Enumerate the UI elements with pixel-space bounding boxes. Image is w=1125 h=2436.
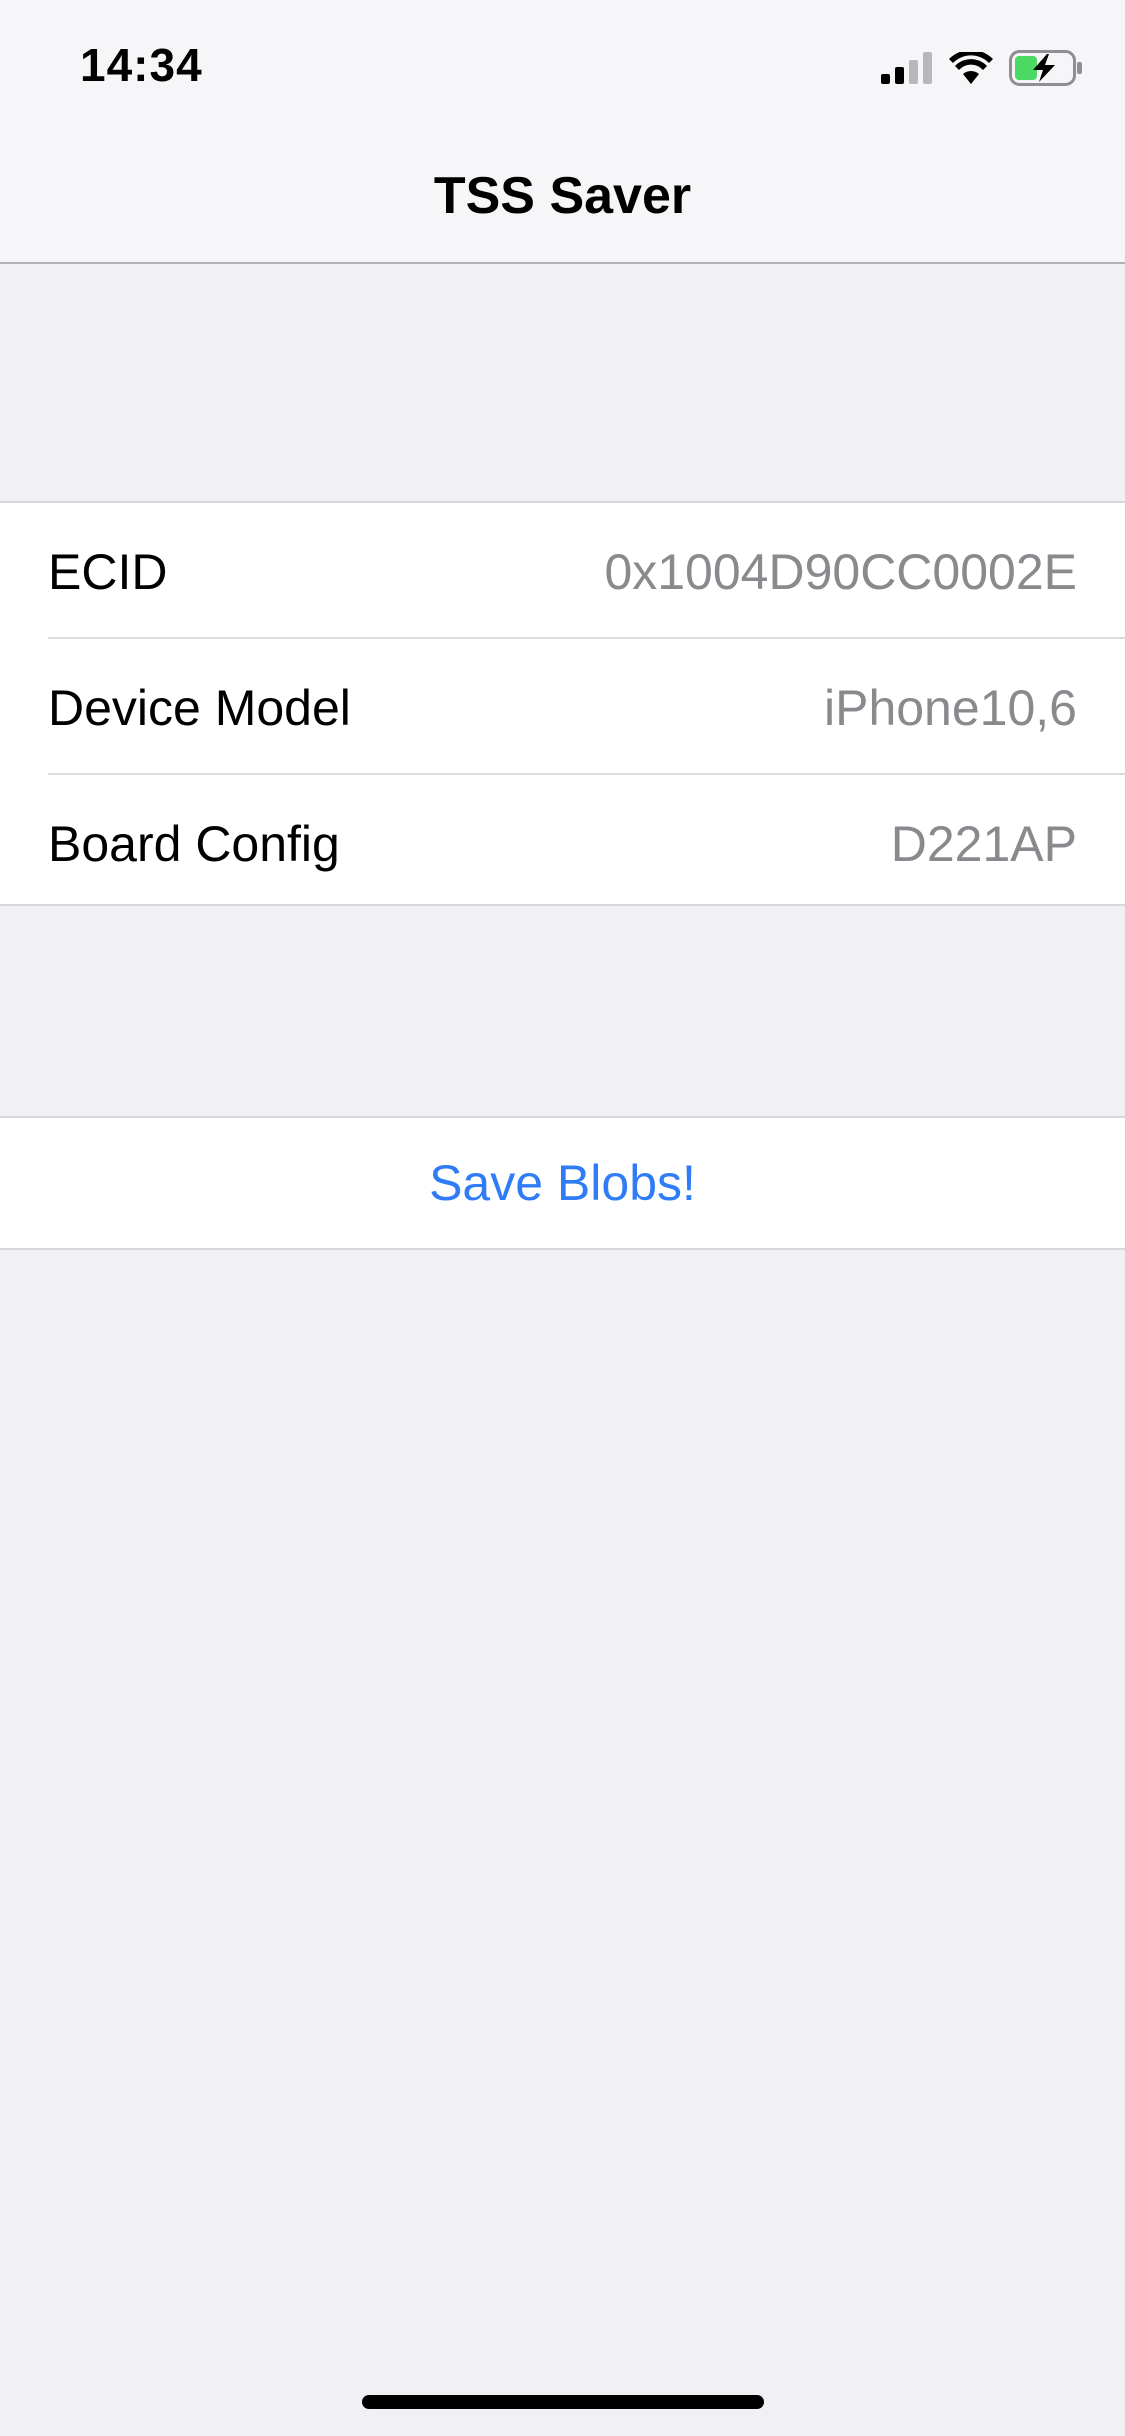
home-indicator[interactable]: [362, 2395, 764, 2409]
wifi-icon: [949, 52, 993, 84]
device-model-label: Device Model: [48, 680, 351, 736]
status-icons: [881, 48, 1083, 88]
device-model-value: iPhone10,6: [823, 680, 1077, 736]
status-bar: 14:34: [0, 0, 1125, 132]
action-group: Save Blobs!: [0, 1116, 1125, 1250]
navigation-bar: TSS Saver: [0, 132, 1125, 264]
device-info-group: ECID 0x1004D90CC0002E Device Model iPhon…: [0, 501, 1125, 906]
device-model-row: Device Model iPhone10,6: [48, 637, 1125, 773]
cellular-signal-icon: [881, 52, 932, 84]
ecid-label: ECID: [48, 544, 168, 600]
board-config-label: Board Config: [48, 816, 340, 872]
battery-charging-icon: [1009, 50, 1082, 86]
page-title: TSS Saver: [433, 167, 692, 225]
ecid-value: 0x1004D90CC0002E: [604, 544, 1077, 600]
status-time: 14:34: [80, 39, 203, 91]
ecid-row: ECID 0x1004D90CC0002E: [48, 503, 1125, 637]
board-config-value: D221AP: [890, 816, 1077, 872]
board-config-row: Board Config D221AP: [48, 773, 1125, 909]
save-blobs-button[interactable]: Save Blobs!: [0, 1118, 1125, 1248]
